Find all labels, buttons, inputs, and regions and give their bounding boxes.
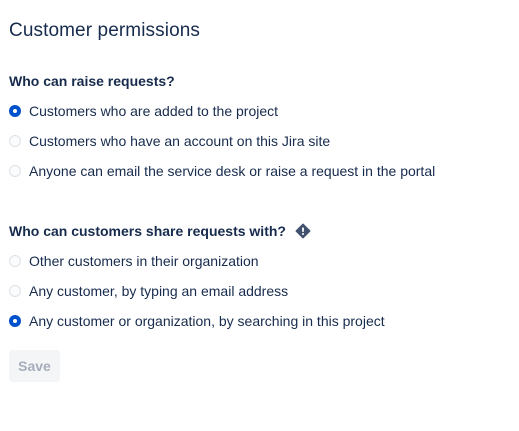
share-option-organization[interactable]: Other customers in their organization xyxy=(9,252,259,270)
share-option-label: Other customers in their organization xyxy=(29,253,259,269)
raise-requests-heading: Who can raise requests? xyxy=(9,73,175,89)
raise-requests-heading-text: Who can raise requests? xyxy=(9,73,175,89)
radio-unselected-icon[interactable] xyxy=(9,165,21,177)
share-option-email[interactable]: Any customer, by typing an email address xyxy=(9,282,288,300)
raise-option-anyone[interactable]: Anyone can email the service desk or rai… xyxy=(9,162,435,180)
share-option-search[interactable]: Any customer or organization, by searchi… xyxy=(9,312,385,330)
radio-unselected-icon[interactable] xyxy=(9,285,21,297)
radio-selected-icon[interactable] xyxy=(9,315,21,327)
save-button[interactable]: Save xyxy=(9,350,60,382)
radio-unselected-icon[interactable] xyxy=(9,255,21,267)
customer-permissions-page: Customer permissions Who can raise reque… xyxy=(0,0,519,431)
raise-option-label: Anyone can email the service desk or rai… xyxy=(29,163,436,179)
radio-selected-icon[interactable] xyxy=(9,105,21,117)
share-requests-heading: Who can customers share requests with? xyxy=(9,223,311,239)
raise-option-site-account-customers[interactable]: Customers who have an account on this Ji… xyxy=(9,132,330,150)
share-option-label: Any customer, by typing an email address xyxy=(29,283,289,299)
share-requests-heading-text: Who can customers share requests with? xyxy=(9,223,286,239)
raise-option-label: Customers who have an account on this Ji… xyxy=(29,133,331,149)
warning-diamond-icon[interactable] xyxy=(295,223,311,239)
share-option-label: Any customer or organization, by searchi… xyxy=(29,313,385,329)
radio-unselected-icon[interactable] xyxy=(9,135,21,147)
raise-option-label: Customers who are added to the project xyxy=(29,103,279,119)
page-title: Customer permissions xyxy=(9,20,200,41)
raise-option-added-customers[interactable]: Customers who are added to the project xyxy=(9,102,278,120)
